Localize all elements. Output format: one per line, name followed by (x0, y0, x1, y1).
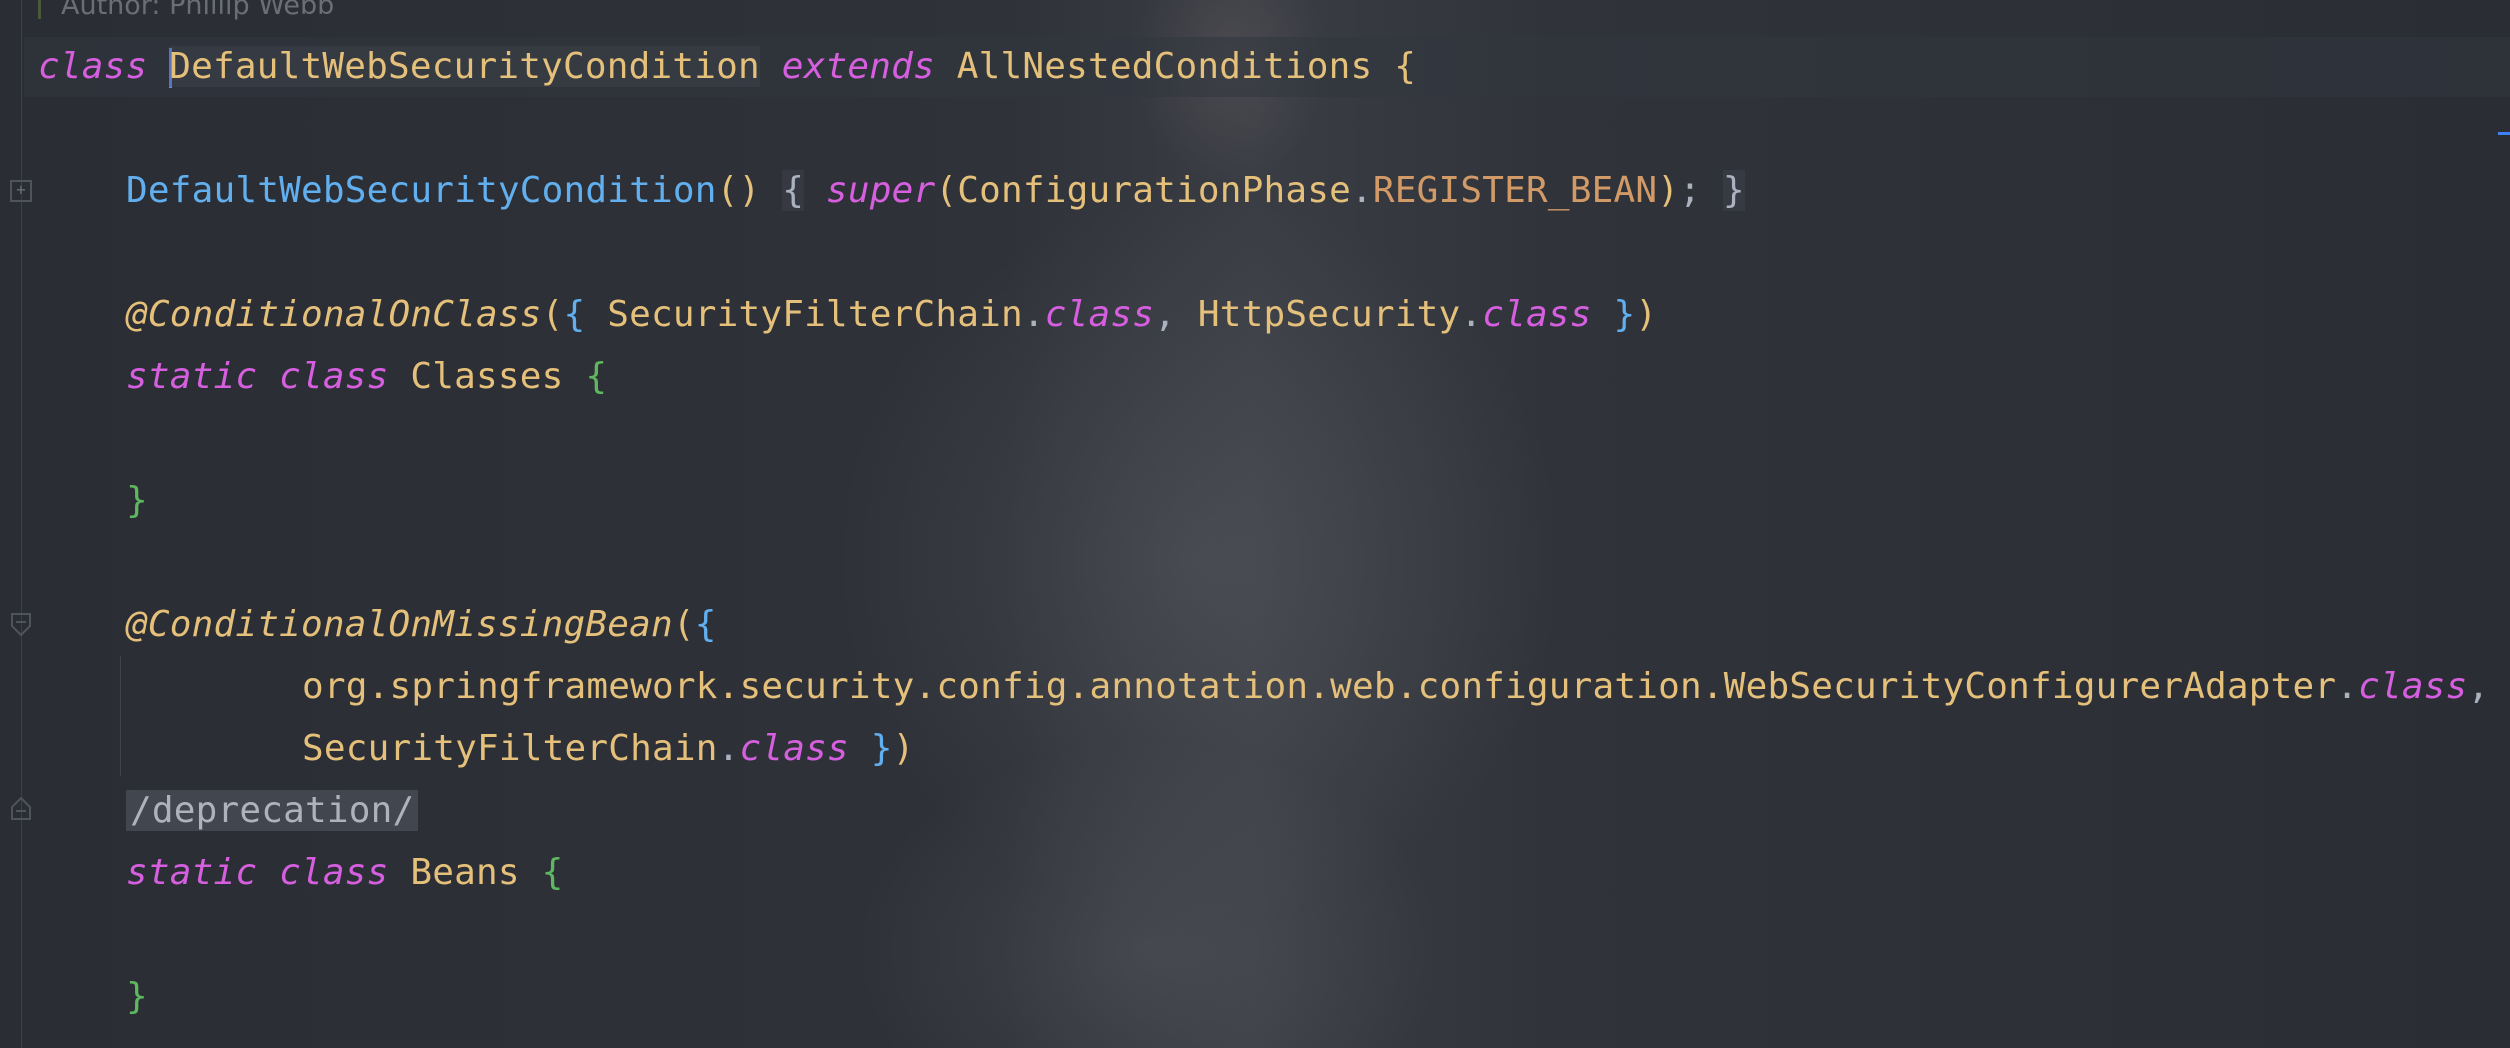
code-line-constructor[interactable]: DefaultWebSecurityCondition() { super(Co… (126, 160, 1745, 222)
fold-expand-icon[interactable]: + (10, 180, 32, 202)
indent-guide (120, 656, 121, 776)
fold-collapse-icon[interactable] (10, 612, 32, 638)
code-line-filter-chain-reference[interactable]: SecurityFilterChain.class }) (302, 718, 914, 780)
code-line-adapter-class-reference[interactable]: org.springframework.security.config.anno… (302, 656, 2489, 718)
fold-end-icon[interactable] (10, 795, 32, 821)
gutter-divider (21, 0, 22, 1048)
code-line-classes-declaration[interactable]: static class Classes { (126, 346, 607, 408)
scrollbar-marker[interactable] (2498, 132, 2510, 135)
code-line-folded-comment[interactable]: /deprecation/ (126, 780, 419, 842)
code-line-beans-close[interactable]: } (126, 966, 148, 1028)
javadoc-author-line: Author: Phillip Webb (38, 0, 334, 21)
code-line-class-declaration[interactable]: class DefaultWebSecurityCondition extend… (38, 36, 1416, 98)
folded-comment-placeholder[interactable]: /deprecation/ (126, 790, 419, 831)
code-line-annotation-conditional-on-missing-bean[interactable]: @ConditionalOnMissingBean({ (126, 594, 717, 656)
code-line-beans-declaration[interactable]: static class Beans { (126, 842, 564, 904)
code-line-classes-close[interactable]: } (126, 470, 148, 532)
code-line-annotation-conditional-on-class[interactable]: @ConditionalOnClass({ SecurityFilterChai… (126, 284, 1657, 346)
class-name[interactable]: DefaultWebSecurityCondition (169, 46, 760, 87)
